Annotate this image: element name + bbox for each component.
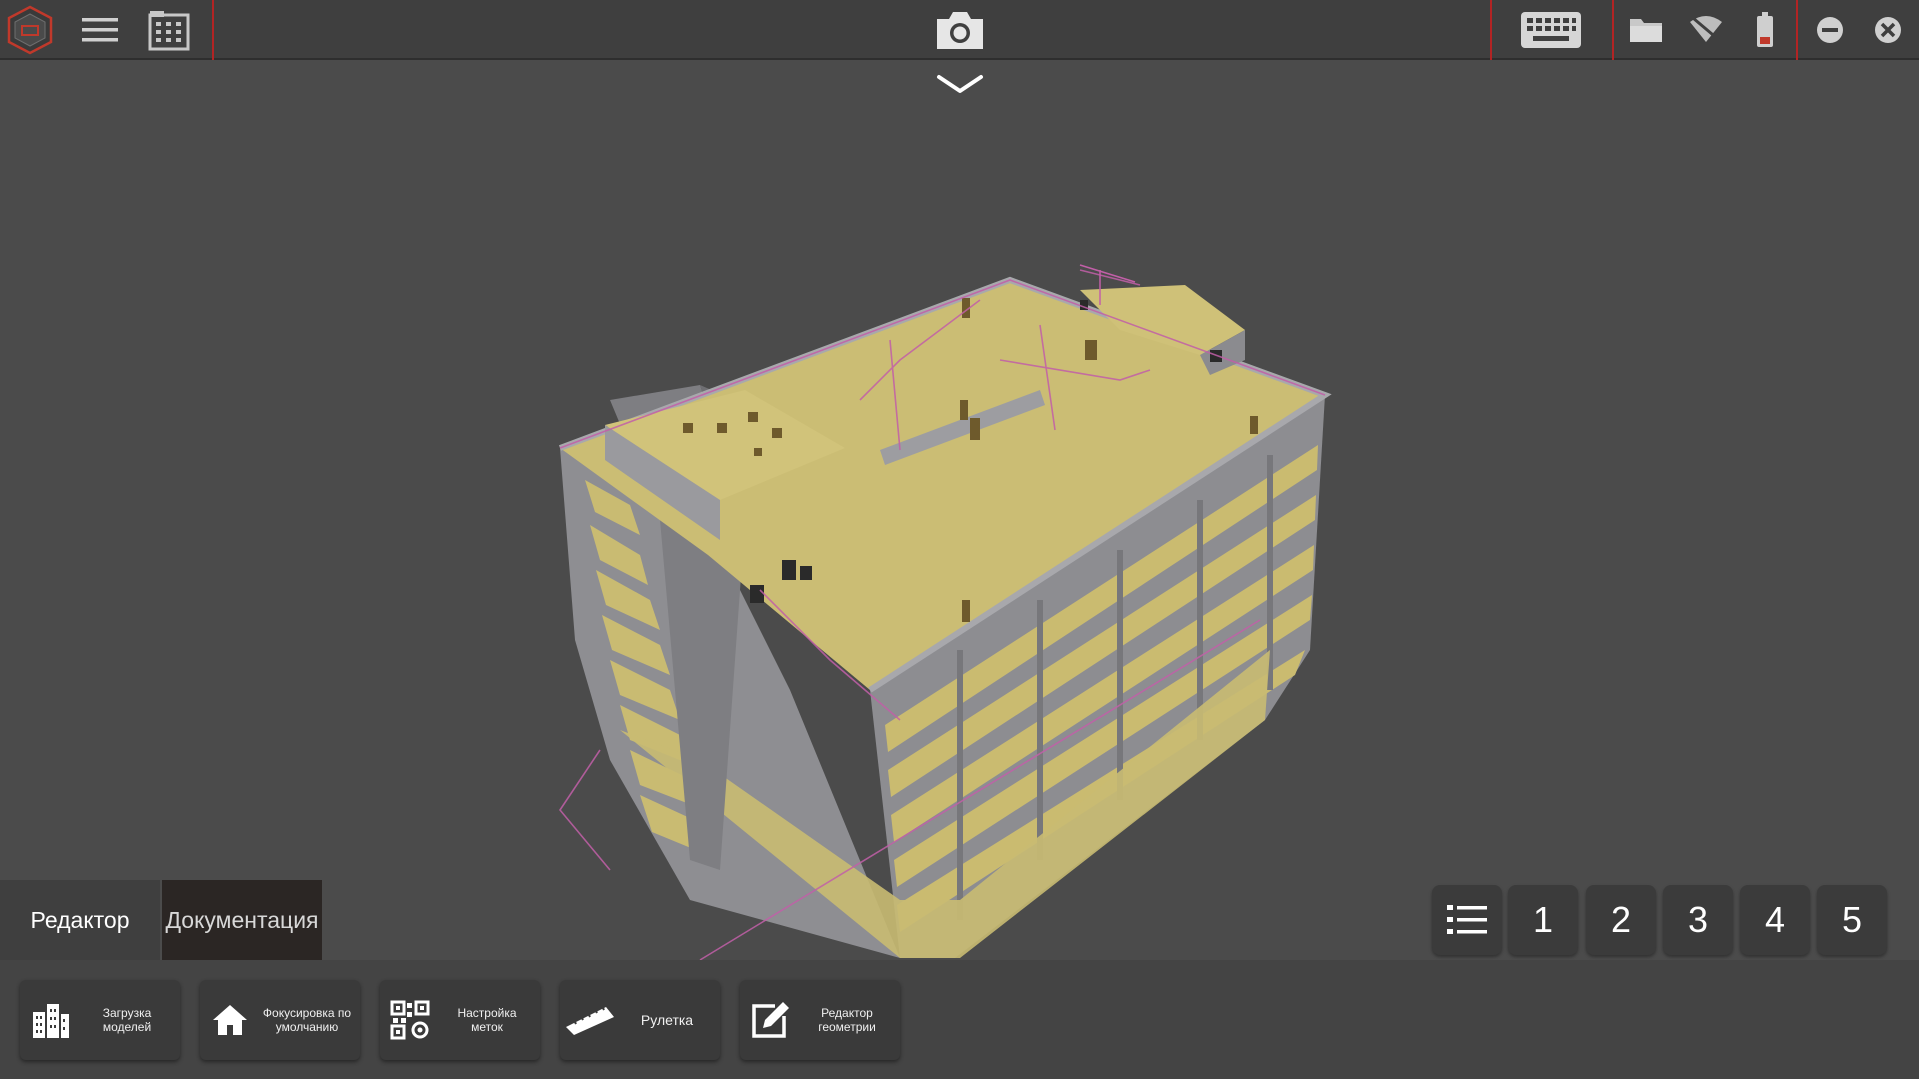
- bottom-toolbar: Загрузка моделей Фокусировка по умолчани…: [0, 960, 1919, 1079]
- building-icon[interactable]: [145, 8, 193, 52]
- view-button-2[interactable]: 2: [1586, 885, 1656, 955]
- home-icon: [200, 980, 260, 1060]
- minimize-icon[interactable]: [1812, 12, 1848, 48]
- wifi-off-icon[interactable]: [1686, 12, 1726, 48]
- load-models-button[interactable]: Загрузка моделей: [20, 980, 180, 1060]
- tape-measure-label: Рулетка: [640, 1012, 694, 1028]
- ruler-icon: [560, 980, 620, 1060]
- tab-documentation[interactable]: Документация: [162, 880, 322, 960]
- geometry-editor-button[interactable]: Редактор геометрии: [740, 980, 900, 1060]
- folder-icon[interactable]: [1626, 12, 1666, 48]
- load-models-label: Загрузка моделей: [102, 1006, 152, 1034]
- view-button-1[interactable]: 1: [1508, 885, 1578, 955]
- default-focus-label: Фокусировка по умолчанию: [262, 1006, 352, 1034]
- view-button-5[interactable]: 5: [1817, 885, 1887, 955]
- marker-settings-label: Настройка меток: [457, 1006, 517, 1034]
- 3d-viewport[interactable]: [0, 62, 1919, 962]
- qr-settings-icon: [380, 980, 440, 1060]
- top-separator: [212, 0, 214, 60]
- top-bar: [0, 0, 1919, 60]
- geometry-editor-label: Редактор геометрии: [818, 1006, 876, 1034]
- keyboard-icon[interactable]: [1518, 8, 1584, 52]
- app-logo-icon[interactable]: [4, 4, 56, 56]
- marker-settings-button[interactable]: Настройка меток: [380, 980, 540, 1060]
- list-icon: [1447, 905, 1487, 934]
- tape-measure-button[interactable]: Рулетка: [560, 980, 720, 1060]
- camera-icon[interactable]: [932, 6, 988, 54]
- battery-low-icon: [1752, 10, 1778, 50]
- view-button-4[interactable]: 4: [1740, 885, 1810, 955]
- default-focus-button[interactable]: Фокусировка по умолчанию: [200, 980, 360, 1060]
- buildings-icon: [20, 980, 80, 1060]
- top-separator: [1612, 0, 1614, 60]
- view-button-3[interactable]: 3: [1663, 885, 1733, 955]
- app-window: Редактор Документация 1 2 3 4 5 Загрузка…: [0, 0, 1919, 1079]
- hamburger-menu-icon[interactable]: [78, 12, 122, 48]
- edit-icon: [740, 980, 800, 1060]
- top-separator: [1796, 0, 1798, 60]
- top-separator: [1490, 0, 1492, 60]
- list-view-button[interactable]: [1432, 885, 1502, 955]
- building-model[interactable]: [0, 62, 1919, 962]
- close-icon[interactable]: [1870, 12, 1906, 48]
- tab-editor[interactable]: Редактор: [0, 880, 160, 960]
- chevron-down-icon[interactable]: [935, 70, 985, 100]
